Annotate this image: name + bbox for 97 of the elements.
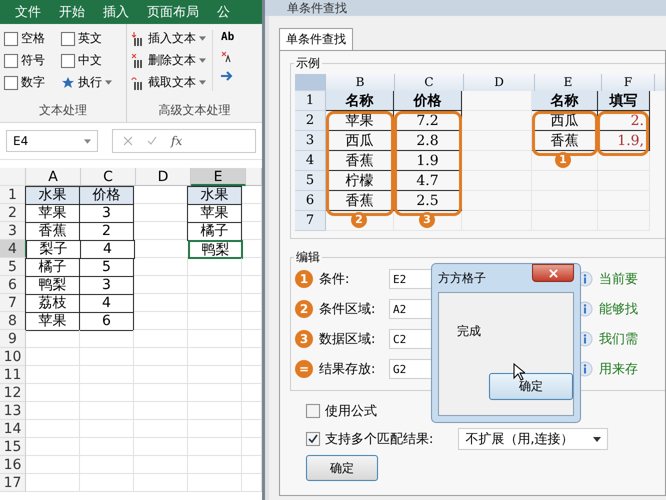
hint-text: 用来存 xyxy=(599,361,638,378)
table-cell: 水果 xyxy=(187,186,242,205)
row-header: 3 xyxy=(295,131,326,151)
number-badge: 1 xyxy=(295,270,313,288)
menu-item[interactable]: 公 xyxy=(208,3,239,21)
table-cell: 价格 xyxy=(79,186,134,205)
checkbox-label: 空格 xyxy=(21,30,45,47)
table-cell: 1.9, xyxy=(598,131,650,151)
row-header[interactable]: 8 xyxy=(0,312,26,330)
tool-button[interactable]: 插入文本 xyxy=(131,30,206,47)
table-cell: 西瓜 xyxy=(532,111,598,131)
row-header[interactable]: 3 xyxy=(0,222,26,240)
table-cell: 填写 xyxy=(598,91,650,111)
tool-label[interactable]: Ab xyxy=(221,30,234,43)
tab[interactable]: 单条件查找 xyxy=(279,28,353,50)
row-header[interactable]: 1 xyxy=(0,186,26,204)
table-cell: 名称 xyxy=(532,91,598,111)
column-header[interactable]: D xyxy=(136,168,191,186)
function-button[interactable]: fx xyxy=(171,134,182,148)
group-label: 文本处理 xyxy=(38,102,88,119)
number-badge: 3 xyxy=(419,212,435,228)
row-header[interactable]: 7 xyxy=(0,294,26,312)
row-header[interactable]: 15 xyxy=(0,438,26,456)
field-label: 条件区域: xyxy=(319,301,376,318)
hint-text: 能够找 xyxy=(599,301,638,318)
row-header: 7 xyxy=(295,211,326,231)
table-cell: 苹果 xyxy=(187,204,242,223)
menu-item[interactable]: 插入 xyxy=(94,3,138,21)
ok-button[interactable]: 确定 xyxy=(489,373,573,400)
hint-text: 当前要 xyxy=(599,271,638,288)
row-header[interactable]: 11 xyxy=(0,366,26,384)
group-label: 高级文本处理 xyxy=(158,102,232,119)
checkbox-label: 英文 xyxy=(78,30,102,47)
column-header[interactable]: C xyxy=(81,168,136,186)
row-header: 4 xyxy=(295,151,326,171)
tool-button[interactable]: 删除文本 xyxy=(131,52,206,69)
table-cell: 名称 xyxy=(326,91,394,111)
column-header[interactable]: E xyxy=(191,168,246,186)
table-cell: 2.5 xyxy=(394,191,462,211)
number-badge: 2 xyxy=(351,212,367,228)
table-cell: 西瓜 xyxy=(326,131,394,151)
field-label: 数据区域: xyxy=(319,331,376,348)
checkbox-label: 支持多个匹配结果: xyxy=(325,431,434,448)
dropdown[interactable]: 不扩展（用,连接） xyxy=(458,428,608,450)
table-cell: 6 xyxy=(79,312,134,331)
row-header: 2 xyxy=(295,111,326,131)
table-cell: 水果 xyxy=(25,186,80,205)
checkbox-label: 使用公式 xyxy=(325,403,377,420)
table-cell: 香蕉 xyxy=(532,131,598,151)
row-header[interactable]: 13 xyxy=(0,402,26,420)
row-header[interactable]: 12 xyxy=(0,384,26,402)
window-title: 单条件查找 xyxy=(287,1,347,15)
row-header[interactable]: 6 xyxy=(0,276,26,294)
group-title: 编辑 xyxy=(294,249,322,265)
row-header[interactable]: 17 xyxy=(0,474,26,492)
row-header[interactable]: 2 xyxy=(0,204,26,222)
checkbox-label: 符号 xyxy=(21,52,45,69)
row-header: 5 xyxy=(295,171,326,191)
ok-button[interactable]: 确定 xyxy=(306,455,378,481)
row-header: 1 xyxy=(295,91,326,111)
row-header[interactable]: 5 xyxy=(0,258,26,276)
menu-item[interactable]: 文件 xyxy=(6,3,50,21)
menu-item[interactable]: 页面布局 xyxy=(138,3,208,21)
table-cell: 2. xyxy=(598,111,650,131)
number-badge: 2 xyxy=(295,300,313,318)
row-header[interactable]: 10 xyxy=(0,348,26,366)
run-button[interactable]: 执行 xyxy=(61,74,122,91)
group-title: 示例 xyxy=(294,55,322,71)
checkbox-label: 数字 xyxy=(21,74,45,91)
name-box[interactable]: E4 xyxy=(6,130,98,152)
table-cell: 1.9 xyxy=(394,151,462,171)
row-header[interactable]: 4 xyxy=(0,240,27,258)
field-label: 条件: xyxy=(319,271,350,288)
table-cell: 香蕉 xyxy=(326,151,394,171)
table-cell: 2.8 xyxy=(394,131,462,151)
row-header[interactable]: 16 xyxy=(0,456,26,474)
checkbox-label: 中文 xyxy=(78,52,102,69)
row-header: 6 xyxy=(295,191,326,211)
table-cell: 价格 xyxy=(394,91,462,111)
column-header[interactable]: A xyxy=(26,168,81,186)
hint-text: 我们需 xyxy=(599,331,638,348)
row-header[interactable]: 14 xyxy=(0,420,26,438)
table-cell: 柠檬 xyxy=(326,171,394,191)
table-cell: 鸭梨 xyxy=(188,240,243,259)
number-badge: 1 xyxy=(555,152,571,168)
tool-button[interactable]: 截取文本 xyxy=(131,74,206,91)
menu-item[interactable]: 开始 xyxy=(50,3,94,21)
number-badge: = xyxy=(295,360,313,378)
row-header[interactable]: 9 xyxy=(0,330,26,348)
table-cell: 4.7 xyxy=(394,171,462,191)
table-cell: 苹果 xyxy=(25,312,80,331)
number-badge: 3 xyxy=(295,330,313,348)
table-cell: 苹果 xyxy=(326,111,394,131)
table-cell: 橘子 xyxy=(187,222,242,241)
table-cell: 7.2 xyxy=(394,111,462,131)
table-cell: 香蕉 xyxy=(326,191,394,211)
field-label: 结果存放: xyxy=(319,361,376,378)
